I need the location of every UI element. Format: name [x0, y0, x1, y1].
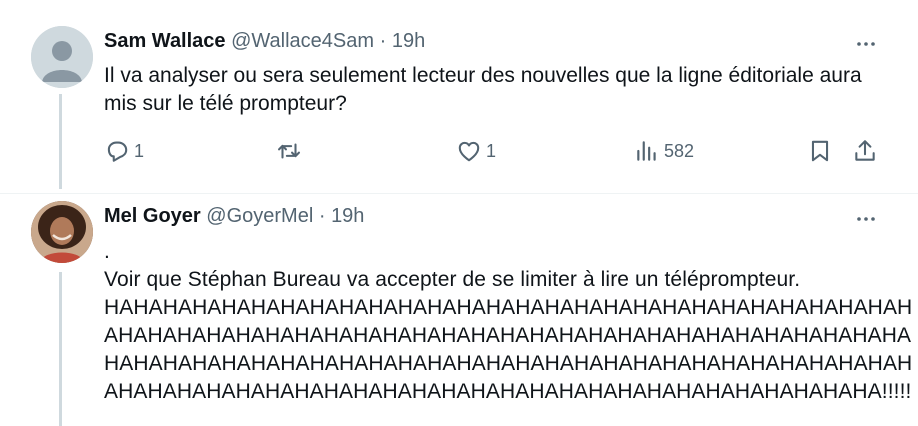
retweet-button[interactable]	[276, 138, 306, 164]
views-icon	[637, 141, 656, 161]
tweet-line: HAHAHAHAHAHAHAHAHAHAHAHAHAHAHAHAHAHAHAHA…	[104, 296, 913, 319]
view-count: 582	[664, 140, 695, 161]
display-name[interactable]: Sam Wallace	[104, 30, 226, 52]
timestamp[interactable]: 19h	[331, 205, 364, 227]
share-icon	[855, 140, 875, 161]
more-button[interactable]	[854, 207, 878, 231]
more-icon	[857, 217, 875, 221]
retweet-icon	[278, 143, 300, 159]
tweet-header: Sam Wallace @Wallace4Sam · 19h	[104, 30, 425, 53]
separator: ·	[318, 205, 326, 227]
views-button[interactable]: 582	[634, 138, 694, 164]
user-handle[interactable]: @GoyerMel	[206, 205, 313, 227]
display-name[interactable]: Mel Goyer	[104, 205, 201, 227]
tweet[interactable]: Sam Wallace @Wallace4Sam · 19h Il va ana…	[0, 0, 918, 194]
action-bar: 1 1 582	[104, 138, 884, 168]
bookmark-button[interactable]	[807, 138, 833, 164]
more-icon	[857, 42, 875, 46]
tweet-line: HAHAHAHAHAHAHAHAHAHAHAHAHAHAHAHAHAHAHAHA…	[104, 352, 913, 375]
separator: ·	[379, 30, 387, 52]
more-button[interactable]	[854, 32, 878, 56]
like-button[interactable]: 1	[456, 138, 496, 164]
tweet-line: .	[104, 240, 110, 263]
thread-line	[59, 272, 62, 426]
thread-line	[59, 94, 62, 189]
tweet-header: Mel Goyer @GoyerMel · 19h	[104, 205, 364, 228]
reply-icon	[107, 141, 128, 162]
reply-count: 1	[134, 140, 145, 161]
avatar[interactable]	[31, 201, 93, 263]
tweet-text: . Voir que Stéphan Bureau va accepter de…	[104, 238, 913, 406]
like-count: 1	[486, 140, 497, 161]
avatar[interactable]	[31, 26, 93, 88]
heart-icon	[458, 141, 480, 162]
reply-button[interactable]: 1	[104, 138, 144, 164]
profile-photo	[31, 201, 93, 263]
timestamp[interactable]: 19h	[392, 30, 425, 52]
tweet-line: Voir que Stéphan Bureau va accepter de s…	[104, 268, 801, 291]
tweet-text: Il va analyser ou sera seulement lecteur…	[104, 64, 862, 115]
tweet-line: AHAHAHAHAHAHAHAHAHAHAHAHAHAHAHAHAHAHAHAH…	[104, 324, 912, 347]
bookmark-icon	[811, 140, 829, 162]
default-avatar-icon	[31, 26, 93, 88]
user-handle[interactable]: @Wallace4Sam	[231, 30, 374, 52]
share-button[interactable]	[852, 138, 878, 164]
tweet-line: AHAHAHAHAHAHAHAHAHAHAHAHAHAHAHAHAHAHAHAH…	[104, 380, 912, 403]
